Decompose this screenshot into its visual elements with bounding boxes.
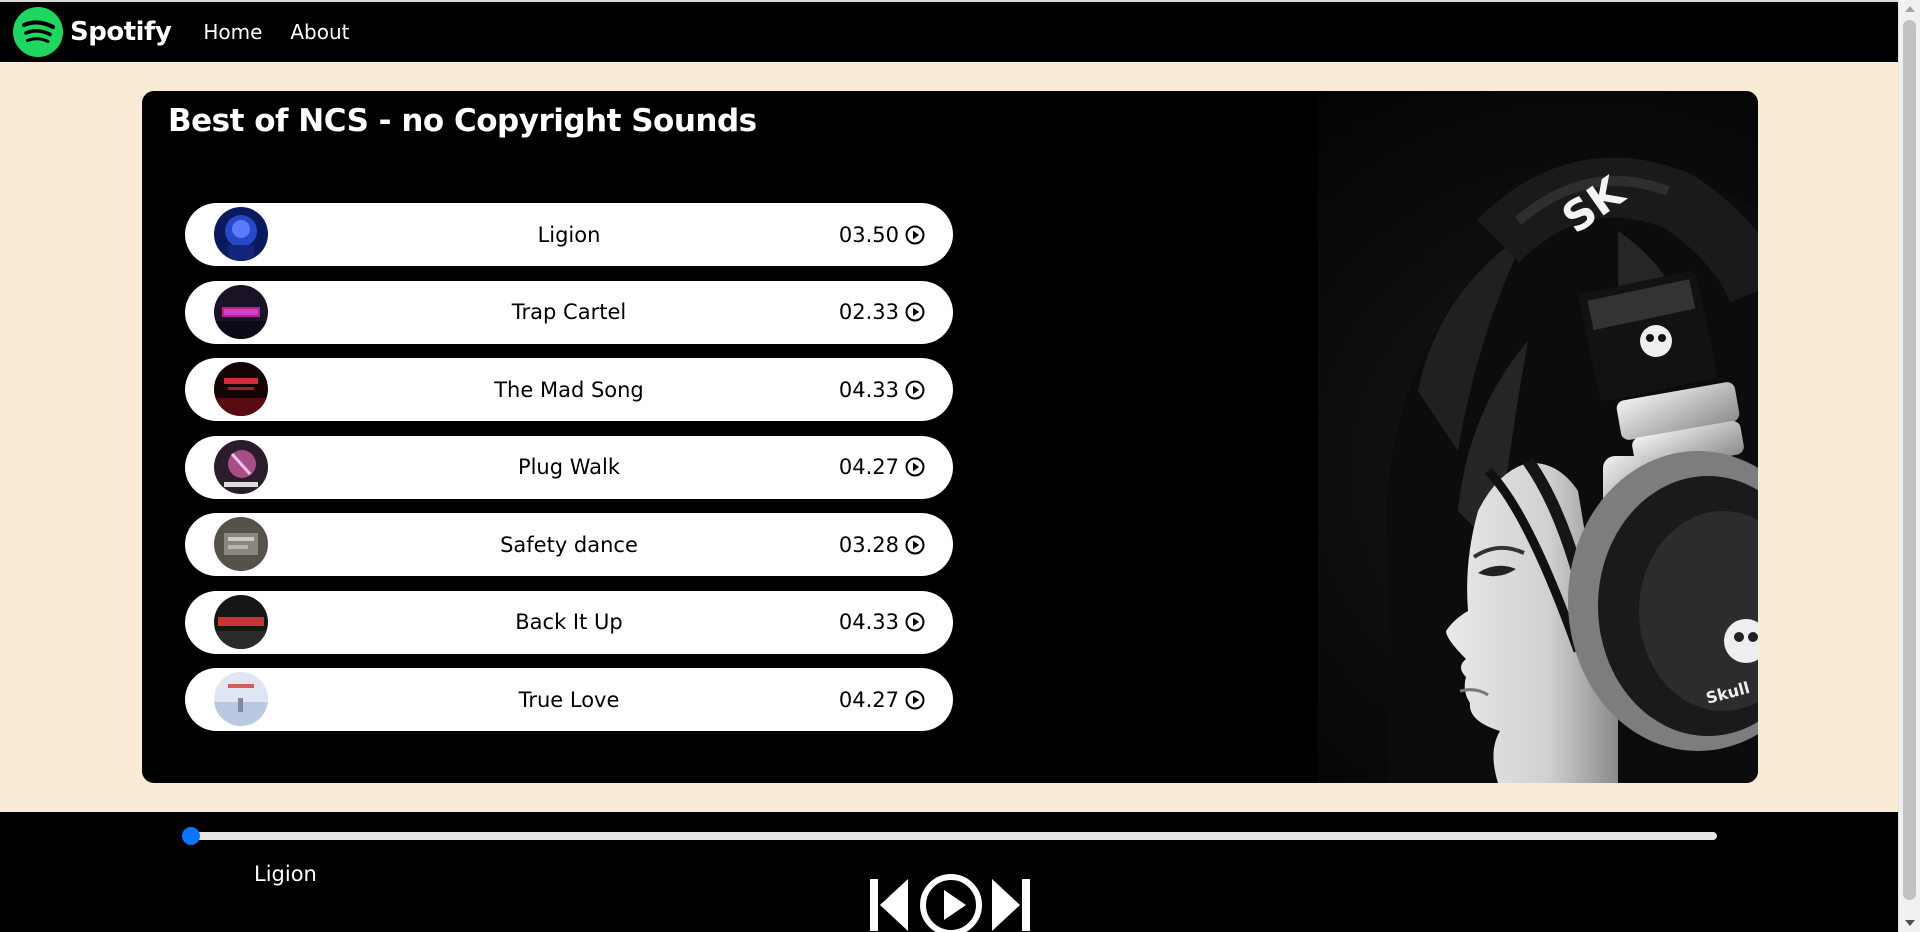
play-circle-icon[interactable] — [905, 225, 925, 245]
play-circle-icon[interactable] — [905, 612, 925, 632]
page-scrollbar[interactable] — [1898, 0, 1920, 932]
song-name: True Love — [518, 687, 620, 712]
play-circle-icon[interactable] — [905, 690, 925, 710]
duration-text: 02.33 — [838, 300, 899, 324]
song-item[interactable]: Back It Up 04.33 — [185, 590, 953, 654]
play-circle-icon[interactable] — [905, 380, 925, 400]
brand-name[interactable]: Spotify — [70, 17, 172, 47]
song-duration: 04.33 — [839, 610, 925, 634]
song-list: Ligion 03.50 Trap Cartel 02.33 The Mad S… — [185, 203, 953, 746]
duration-text: 04.27 — [838, 455, 899, 479]
previous-icon[interactable] — [868, 877, 910, 932]
song-name: Back It Up — [515, 610, 623, 634]
play-circle-icon[interactable] — [918, 872, 984, 932]
play-circle-icon[interactable] — [905, 457, 925, 477]
song-name: The Mad Song — [494, 377, 644, 402]
progress-slider[interactable] — [182, 827, 1717, 845]
progress-thumb[interactable] — [182, 827, 200, 845]
next-icon[interactable] — [990, 877, 1032, 932]
song-item[interactable]: Ligion 03.50 — [185, 203, 953, 266]
scroll-thumb[interactable] — [1903, 20, 1916, 900]
song-duration: 03.28 — [839, 533, 925, 557]
duration-text: 04.33 — [838, 610, 899, 634]
song-duration: 04.33 — [839, 378, 925, 402]
song-name: Plug Walk — [517, 455, 621, 479]
play-circle-icon[interactable] — [905, 535, 925, 555]
playlist-container: SK Skull Best of NCS - no Copyright Soun… — [142, 91, 1758, 783]
nav-link-about[interactable]: About — [290, 20, 349, 44]
song-item[interactable]: True Love 04.27 — [185, 668, 953, 731]
song-duration: 03.50 — [839, 223, 925, 247]
duration-text: 03.50 — [838, 222, 899, 247]
duration-text: 04.33 — [838, 377, 899, 402]
song-name: Ligion — [537, 222, 601, 247]
nav-link-home[interactable]: Home — [203, 20, 262, 44]
play-circle-icon[interactable] — [905, 302, 925, 322]
song-duration: 04.27 — [839, 688, 925, 712]
song-item[interactable]: Plug Walk 04.27 — [185, 435, 953, 499]
spotify-logo-icon[interactable] — [12, 6, 64, 58]
scroll-up-icon[interactable] — [1905, 6, 1915, 12]
duration-text: 04.27 — [838, 687, 899, 712]
song-duration: 02.33 — [839, 300, 925, 324]
song-item[interactable]: Trap Cartel 02.33 — [185, 280, 953, 344]
song-item[interactable]: The Mad Song 04.33 — [185, 358, 953, 421]
song-duration: 04.27 — [839, 455, 925, 479]
song-name: Trap Cartel — [511, 300, 627, 324]
song-name: Safety dance — [500, 532, 638, 557]
top-navbar: Spotify Home About — [0, 0, 1898, 62]
player-controls — [868, 872, 1032, 932]
song-item[interactable]: Safety dance 03.28 — [185, 513, 953, 576]
now-playing-title: Ligion — [254, 862, 317, 886]
hero-image: SK Skull — [1058, 91, 1758, 783]
playlist-title: Best of NCS - no Copyright Sounds — [168, 103, 757, 139]
scroll-down-icon[interactable] — [1905, 920, 1915, 926]
player-bar: Ligion — [0, 812, 1898, 932]
duration-text: 03.28 — [838, 532, 899, 557]
